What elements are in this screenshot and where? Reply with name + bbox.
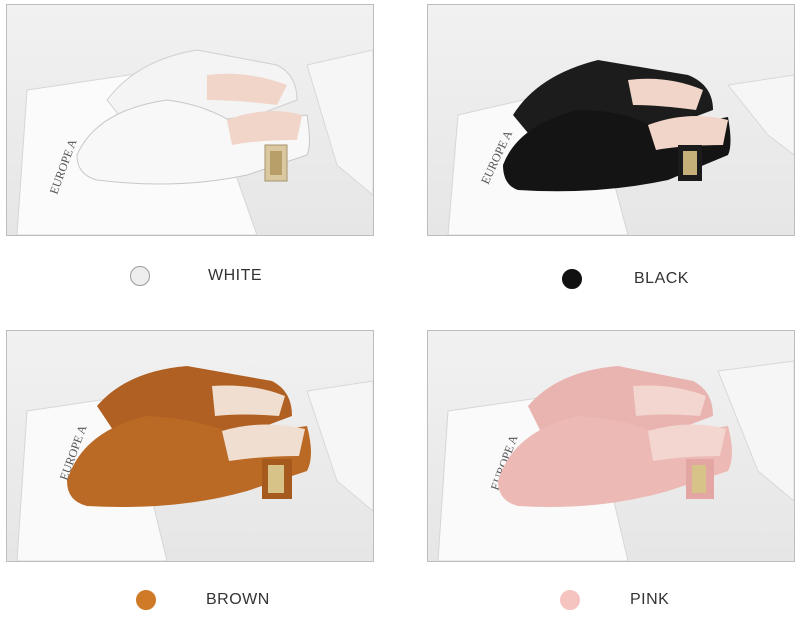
- swatch-black[interactable]: [562, 269, 582, 289]
- label-white: WHITE: [208, 267, 263, 284]
- swatch-pink[interactable]: [560, 590, 580, 610]
- label-brown: BROWN: [206, 591, 270, 608]
- product-photo-black: EUROPE A: [427, 4, 795, 236]
- product-photo-pink: EUROPE A: [427, 330, 795, 562]
- label-pink: PINK: [630, 591, 670, 608]
- product-photo-white: EUROPE A: [6, 4, 374, 236]
- product-photo-brown: EUROPE A: [6, 330, 374, 562]
- swatch-brown[interactable]: [136, 590, 156, 610]
- label-black: BLACK: [634, 270, 689, 287]
- swatch-white[interactable]: [130, 266, 150, 286]
